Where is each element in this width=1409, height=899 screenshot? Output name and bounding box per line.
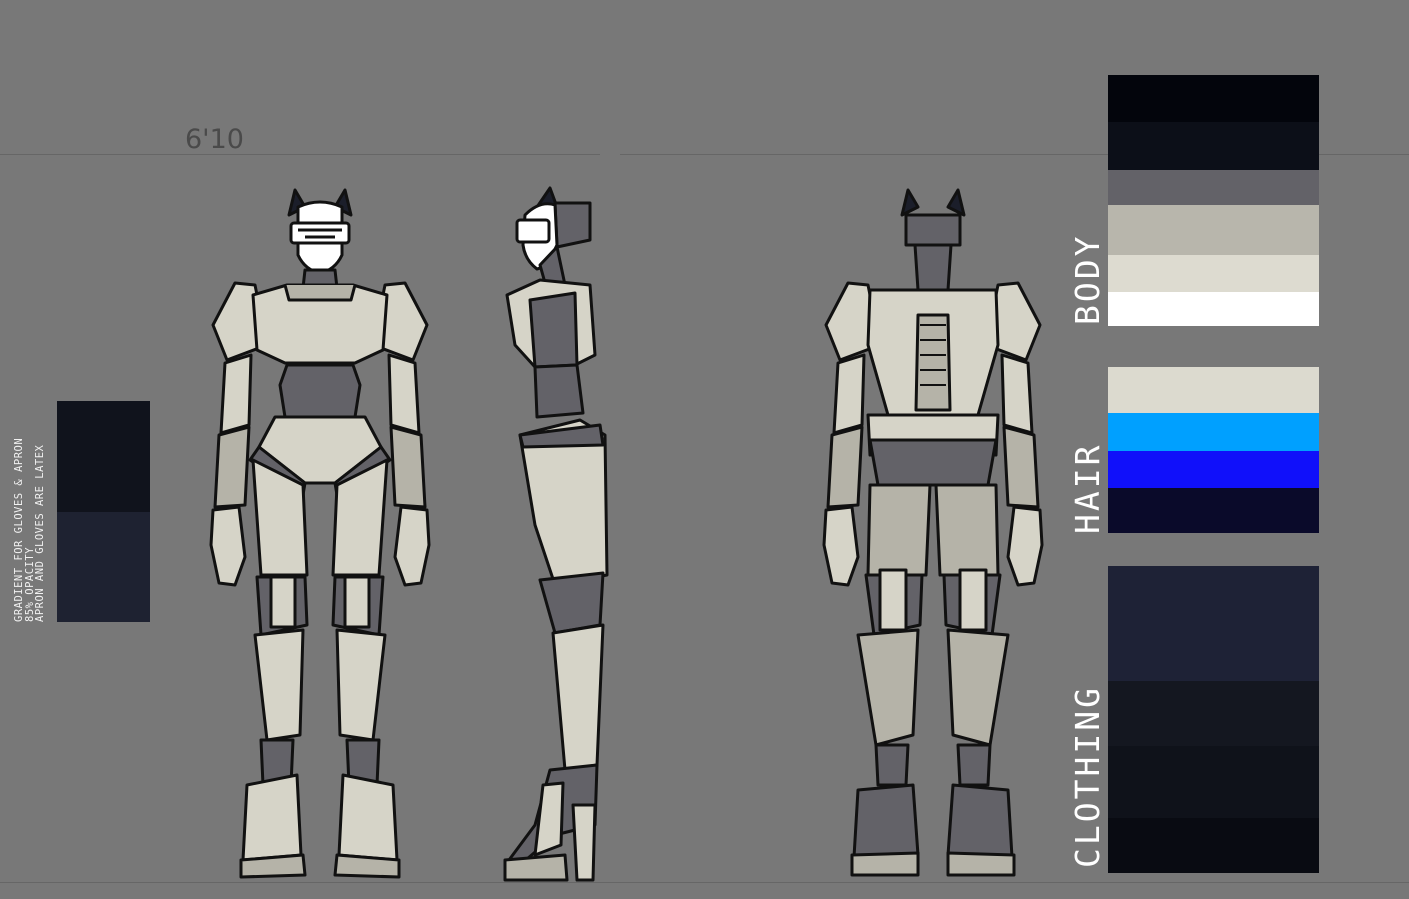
front-view-figure — [209, 188, 431, 879]
body-swatch-4 — [1108, 205, 1319, 255]
gradient-swatch-bottom — [57, 512, 150, 622]
side-view-figure — [503, 186, 609, 882]
hair-swatch-2 — [1108, 413, 1319, 451]
note-line-3: APRON AND GLOVES ARE LATEX — [34, 444, 47, 622]
palette-label-body: BODY — [1068, 233, 1107, 325]
height-label: 6'10 — [185, 124, 244, 155]
body-swatch-1 — [1108, 75, 1319, 122]
hair-swatch-4 — [1108, 488, 1319, 533]
palette-label-clothing: CLOTHING — [1068, 685, 1107, 868]
hair-swatch-1 — [1108, 367, 1319, 413]
hair-swatch-3 — [1108, 451, 1319, 488]
gradient-note: GRADIENT FOR GLOVES & APRON 85% OPACITY … — [13, 392, 47, 622]
clothing-swatch-4 — [1108, 818, 1319, 873]
body-swatch-2 — [1108, 122, 1319, 170]
clothing-swatch-1 — [1108, 566, 1319, 681]
body-swatch-5 — [1108, 255, 1319, 292]
back-view-figure — [822, 188, 1044, 877]
gradient-swatch-top — [57, 401, 150, 512]
top-guide-line-left — [0, 154, 600, 155]
clothing-swatch-2 — [1108, 681, 1319, 746]
body-swatch-6 — [1108, 292, 1319, 326]
body-swatch-3 — [1108, 170, 1319, 205]
palette-label-hair: HAIR — [1068, 442, 1107, 534]
clothing-swatch-3 — [1108, 746, 1319, 818]
note-line-1: GRADIENT FOR GLOVES & APRON — [13, 437, 25, 622]
